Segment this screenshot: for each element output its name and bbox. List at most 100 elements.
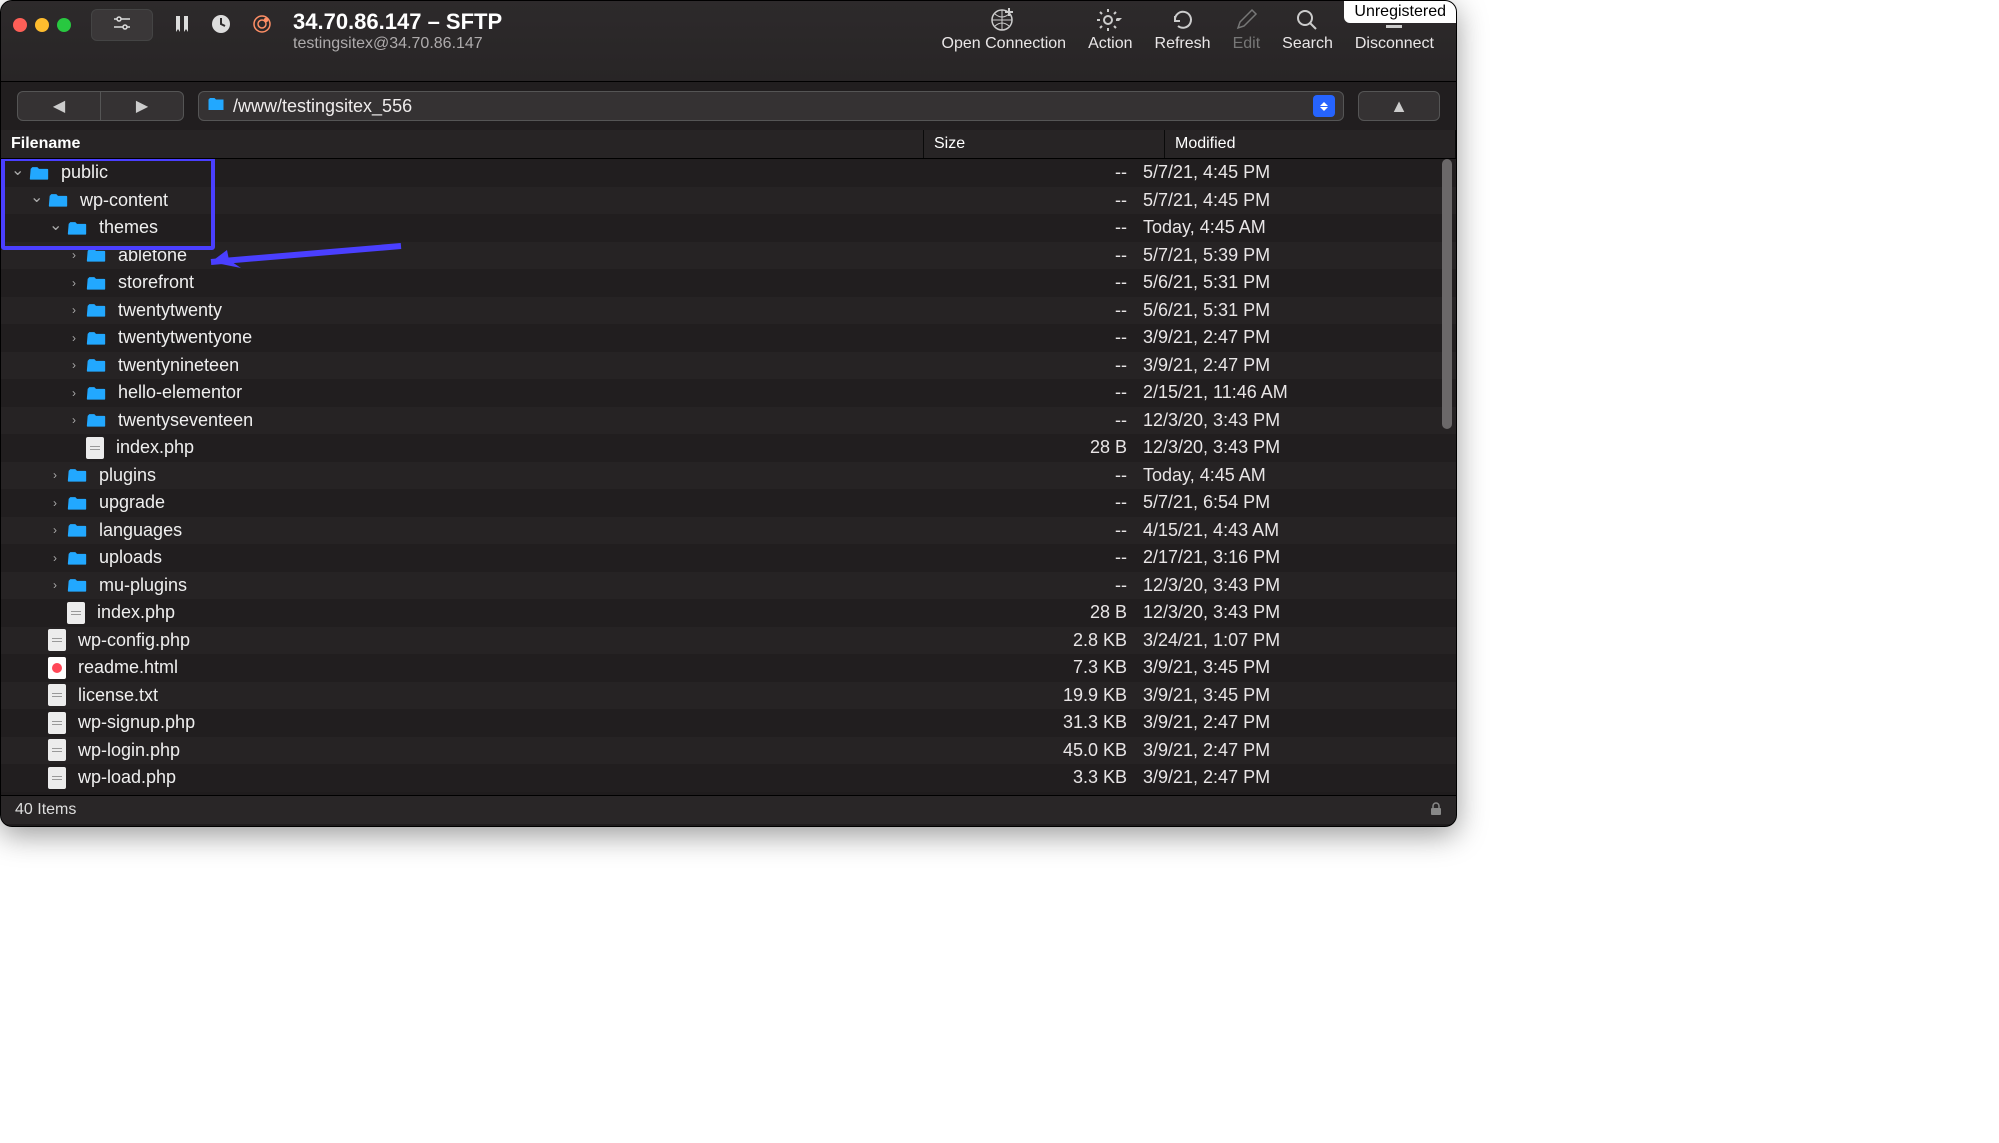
navigation-bar: ◀ ▶ /www/testingsitex_556 ▲	[1, 82, 1456, 130]
chevron-right-icon[interactable]: ›	[68, 386, 80, 400]
table-row[interactable]: index.php28 B12/3/20, 3:43 PM	[1, 599, 1456, 627]
modified-cell: 3/9/21, 3:45 PM	[1137, 682, 1456, 710]
table-row[interactable]: ›storefront--5/6/21, 5:31 PM	[1, 269, 1456, 297]
size-cell: --	[907, 407, 1137, 435]
search-button[interactable]: Search	[1282, 7, 1333, 53]
bookmarks-icon[interactable]	[173, 14, 191, 39]
size-cell: --	[907, 352, 1137, 380]
table-row[interactable]: ›upgrade--5/7/21, 6:54 PM	[1, 489, 1456, 517]
window-controls	[13, 1, 71, 49]
table-row[interactable]: ⌄themes--Today, 4:45 AM	[1, 214, 1456, 242]
column-modified[interactable]: Modified	[1165, 130, 1456, 158]
file-icon	[48, 767, 66, 789]
path-bar[interactable]: /www/testingsitex_556	[198, 91, 1344, 121]
table-row[interactable]: ›languages--4/15/21, 4:43 AM	[1, 517, 1456, 545]
chevron-right-icon[interactable]: ›	[49, 468, 61, 482]
size-cell: --	[907, 242, 1137, 270]
file-name: abletone	[118, 245, 187, 266]
modified-cell: 12/3/20, 3:43 PM	[1137, 407, 1456, 435]
file-name: index.php	[97, 602, 175, 623]
chevron-down-icon[interactable]: ⌄	[30, 187, 42, 207]
modified-cell: 5/6/21, 5:31 PM	[1137, 297, 1456, 325]
file-name: wp-load.php	[78, 767, 176, 788]
go-up-button[interactable]: ▲	[1358, 91, 1440, 121]
chevron-right-icon[interactable]: ›	[68, 303, 80, 317]
size-cell: --	[907, 544, 1137, 572]
filename-cell: › twentytwenty	[1, 297, 907, 325]
table-row[interactable]: › abletone --5/7/21, 5:39 PM	[1, 242, 1456, 270]
table-row[interactable]: wp-load.php3.3 KB3/9/21, 2:47 PM	[1, 764, 1456, 792]
table-row[interactable]: index.php28 B12/3/20, 3:43 PM	[1, 434, 1456, 462]
size-cell: --	[907, 297, 1137, 325]
chevron-right-icon[interactable]: ›	[49, 578, 61, 592]
chevron-right-icon[interactable]: ›	[49, 496, 61, 510]
folder-icon	[67, 548, 87, 568]
table-row[interactable]: ⌄wp-content--5/7/21, 4:45 PM	[1, 187, 1456, 215]
modified-cell: Today, 4:45 AM	[1137, 462, 1456, 490]
scrollbar[interactable]	[1440, 159, 1454, 795]
table-row[interactable]: ⌄public--5/7/21, 4:45 PM	[1, 159, 1456, 187]
minimize-window-button[interactable]	[35, 18, 49, 32]
chevron-right-icon[interactable]: ›	[49, 551, 61, 565]
bonjour-icon[interactable]	[251, 13, 273, 40]
refresh-button[interactable]: Refresh	[1155, 7, 1211, 53]
table-row[interactable]: readme.html7.3 KB3/9/21, 3:45 PM	[1, 654, 1456, 682]
size-cell: 28 B	[907, 599, 1137, 627]
chevron-right-icon[interactable]: ›	[68, 358, 80, 372]
table-row[interactable]: ›mu-plugins--12/3/20, 3:43 PM	[1, 572, 1456, 600]
size-cell: --	[907, 159, 1137, 187]
table-row[interactable]: › twentytwenty --5/6/21, 5:31 PM	[1, 297, 1456, 325]
lock-icon	[1430, 802, 1442, 819]
window-title: 34.70.86.147 – SFTP	[293, 9, 502, 35]
history-icon[interactable]	[211, 14, 231, 39]
file-icon	[48, 684, 66, 706]
scroll-thumb[interactable]	[1442, 159, 1452, 429]
table-row[interactable]: ›twentynineteen--3/9/21, 2:47 PM	[1, 352, 1456, 380]
table-row[interactable]: ›plugins--Today, 4:45 AM	[1, 462, 1456, 490]
chevron-right-icon[interactable]: ›	[68, 331, 80, 345]
chevron-right-icon[interactable]: ›	[49, 523, 61, 537]
size-cell: --	[907, 187, 1137, 215]
modified-cell: 5/6/21, 5:31 PM	[1137, 269, 1456, 297]
close-window-button[interactable]	[13, 18, 27, 32]
open-connection-button[interactable]: Open Connection	[942, 7, 1067, 53]
table-row[interactable]: wp-config.php2.8 KB3/24/21, 1:07 PM	[1, 627, 1456, 655]
filename-cell: readme.html	[1, 654, 907, 682]
modified-cell: 3/24/21, 1:07 PM	[1137, 627, 1456, 655]
action-button[interactable]: Action	[1088, 7, 1132, 53]
html-file-icon	[48, 657, 66, 679]
table-row[interactable]: ›twentytwentyone--3/9/21, 2:47 PM	[1, 324, 1456, 352]
modified-cell: 5/7/21, 4:45 PM	[1137, 187, 1456, 215]
status-bar: 40 Items	[1, 795, 1456, 824]
column-filename[interactable]: Filename	[1, 130, 924, 158]
table-row[interactable]: ›hello-elementor--2/15/21, 11:46 AM	[1, 379, 1456, 407]
file-name: mu-plugins	[99, 575, 187, 596]
chevron-right-icon[interactable]: ›	[68, 248, 80, 262]
zoom-window-button[interactable]	[57, 18, 71, 32]
table-row[interactable]: ›twentyseventeen--12/3/20, 3:43 PM	[1, 407, 1456, 435]
path-dropdown-icon[interactable]	[1313, 95, 1335, 117]
item-count: 40 Items	[15, 801, 76, 819]
forward-button[interactable]: ▶	[101, 92, 183, 120]
size-cell: --	[907, 269, 1137, 297]
column-size[interactable]: Size	[924, 130, 1165, 158]
chevron-right-icon[interactable]: ›	[68, 276, 80, 290]
folder-icon	[86, 355, 106, 375]
modified-cell: 3/9/21, 2:47 PM	[1137, 737, 1456, 765]
file-icon	[67, 602, 85, 624]
sliders-icon	[113, 16, 131, 35]
chevron-down-icon[interactable]: ⌄	[11, 160, 23, 180]
chevron-down-icon[interactable]: ⌄	[49, 215, 61, 235]
chevron-right-icon[interactable]: ›	[68, 413, 80, 427]
modified-cell: 5/7/21, 5:39 PM	[1137, 242, 1456, 270]
file-name: twentytwenty	[118, 300, 222, 321]
toolbar-toggle-button[interactable]	[91, 9, 153, 41]
table-row[interactable]: wp-signup.php31.3 KB3/9/21, 2:47 PM	[1, 709, 1456, 737]
filename-cell: index.php	[1, 599, 907, 627]
file-name: hello-elementor	[118, 382, 242, 403]
table-row[interactable]: ›uploads--2/17/21, 3:16 PM	[1, 544, 1456, 572]
table-row[interactable]: wp-login.php45.0 KB3/9/21, 2:47 PM	[1, 737, 1456, 765]
back-button[interactable]: ◀	[18, 92, 100, 120]
table-row[interactable]: license.txt19.9 KB3/9/21, 3:45 PM	[1, 682, 1456, 710]
filename-cell: ›plugins	[1, 462, 907, 490]
